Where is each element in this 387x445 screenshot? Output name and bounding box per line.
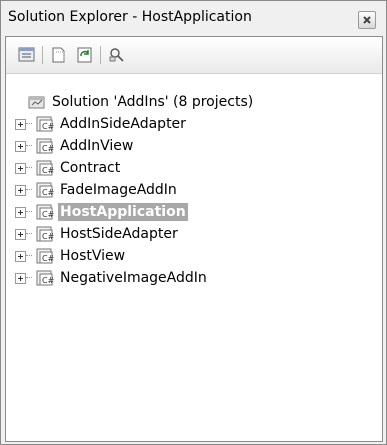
tree-item-project[interactable]: C# Contract [6, 157, 382, 179]
tree-connector [26, 145, 32, 147]
toolbar [6, 37, 382, 74]
tree-connector [26, 255, 32, 257]
tree-item-label: AddInView [60, 138, 134, 154]
csharp-project-icon: C# [36, 204, 54, 220]
expand-icon[interactable] [15, 207, 26, 218]
expand-icon[interactable] [15, 251, 26, 262]
solution-icon [28, 96, 45, 109]
tree-item-project[interactable]: C# AddInView [6, 135, 382, 157]
tree-item-label: Solution 'AddIns' (8 projects) [52, 94, 254, 110]
close-button[interactable] [358, 11, 376, 29]
csharp-project-icon: C# [36, 160, 54, 176]
class-view-button[interactable] [106, 45, 128, 65]
close-icon [363, 16, 371, 24]
tree-item-solution[interactable]: Solution 'AddIns' (8 projects) [6, 91, 382, 113]
svg-text:C#: C# [42, 254, 54, 263]
csharp-project-icon: C# [36, 226, 54, 242]
properties-icon [18, 47, 35, 62]
csharp-project-icon: C# [36, 138, 54, 154]
tree-item-label: AddInSideAdapter [60, 116, 186, 132]
svg-text:C#: C# [42, 122, 54, 131]
svg-text:C#: C# [42, 232, 54, 241]
refresh-button[interactable] [74, 45, 96, 65]
tree-item-label: HostView [60, 248, 126, 264]
window-title: Solution Explorer - HostApplication [8, 9, 252, 25]
tree-item-label: HostApplication [58, 203, 188, 221]
expand-icon[interactable] [15, 229, 26, 240]
tree-item-project[interactable]: C# NegativeImageAddIn [6, 267, 382, 289]
tree-item-project[interactable]: C# HostSideAdapter [6, 223, 382, 245]
properties-button[interactable] [16, 45, 38, 65]
tree-connector [26, 189, 32, 191]
tree-item-label: NegativeImageAddIn [60, 270, 207, 286]
tree-item-project[interactable]: C# HostView [6, 245, 382, 267]
svg-text:C#: C# [42, 188, 54, 197]
csharp-project-icon: C# [36, 248, 54, 264]
expand-icon[interactable] [15, 273, 26, 284]
explorer-content: Solution 'AddIns' (8 projects) C# AddInS… [5, 36, 383, 442]
tree-connector [26, 277, 32, 279]
tree-connector [26, 211, 32, 213]
tree-item-label: FadeImageAddIn [60, 182, 177, 198]
svg-text:C#: C# [42, 166, 54, 175]
svg-text:C#: C# [42, 144, 54, 153]
solution-explorer-window: Solution Explorer - HostApplication Solu… [0, 0, 387, 445]
show-all-files-icon [52, 47, 65, 63]
toolbar-separator [100, 46, 101, 64]
toolbar-separator [42, 46, 43, 64]
tree-connector [26, 233, 32, 235]
refresh-icon [77, 47, 92, 63]
expand-icon[interactable] [15, 185, 26, 196]
csharp-project-icon: C# [36, 182, 54, 198]
svg-text:C#: C# [42, 210, 54, 219]
csharp-project-icon: C# [36, 270, 54, 286]
tree-item-project-selected[interactable]: C# HostApplication [6, 201, 382, 223]
csharp-project-icon: C# [36, 116, 54, 132]
svg-text:C#: C# [42, 276, 54, 285]
tree-item-label: HostSideAdapter [60, 226, 178, 242]
tree-item-project[interactable]: C# AddInSideAdapter [6, 113, 382, 135]
tree-item-project[interactable]: C# FadeImageAddIn [6, 179, 382, 201]
class-view-icon [109, 48, 124, 62]
title-bar[interactable]: Solution Explorer - HostApplication [1, 1, 386, 35]
show-all-files-button[interactable] [48, 45, 70, 65]
expand-icon[interactable] [15, 119, 26, 130]
expand-icon[interactable] [15, 163, 26, 174]
tree-connector [26, 167, 32, 169]
tree-connector [26, 123, 32, 125]
tree-item-label: Contract [60, 160, 121, 176]
expand-icon[interactable] [15, 141, 26, 152]
